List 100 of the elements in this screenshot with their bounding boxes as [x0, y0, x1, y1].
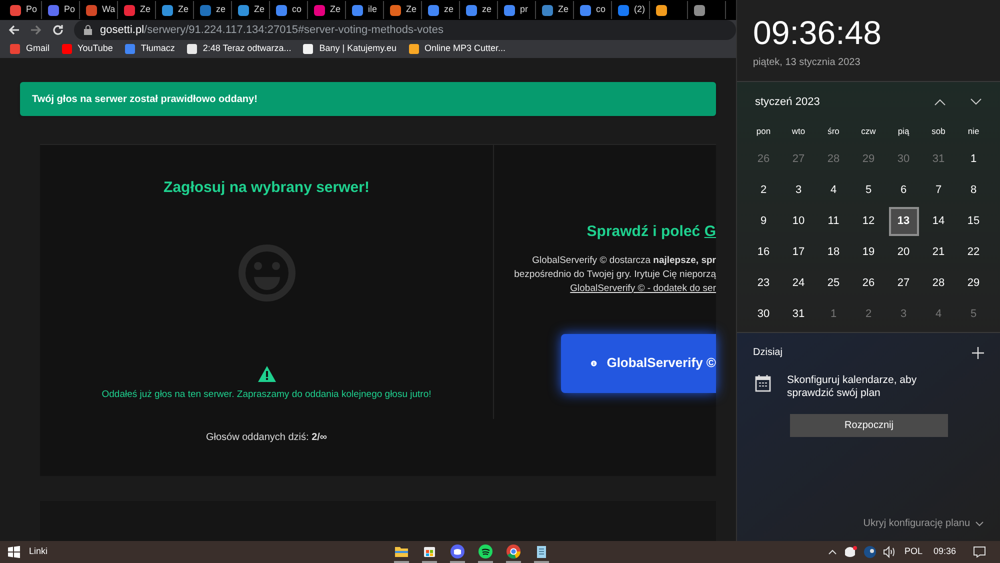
calendar-day[interactable]: 1 [818, 300, 848, 329]
calendar-day[interactable]: 2 [748, 176, 778, 205]
reload-icon[interactable] [52, 24, 64, 36]
discord-tray-icon[interactable] [844, 546, 858, 558]
calendar-day[interactable]: 15 [958, 207, 988, 236]
info-icon [591, 358, 597, 368]
calendar-day[interactable]: 3 [784, 176, 814, 205]
calendar-day[interactable]: 21 [924, 238, 954, 267]
calendar-day[interactable]: 5 [854, 176, 884, 205]
calendar-icon [755, 374, 771, 392]
browser-tab[interactable]: Ze [308, 1, 346, 20]
browser-tab[interactable]: ile [346, 1, 384, 20]
calendar-day[interactable]: 13 [888, 207, 918, 236]
calendar-day[interactable]: 4 [818, 176, 848, 205]
browser-tab[interactable]: Ze [118, 1, 156, 20]
chevron-down-icon[interactable] [970, 98, 982, 106]
browser-tab[interactable]: co [270, 1, 308, 20]
back-icon[interactable] [8, 24, 20, 36]
url-text: gosetti.pl/serwery/91.224.117.134:27015#server-voting-methods-votes [100, 22, 444, 38]
chevron-down-icon[interactable] [975, 520, 984, 526]
success-alert: Twój głos na serwer został prawidłowo oddany! [20, 82, 716, 116]
calendar-day[interactable]: 17 [784, 238, 814, 267]
browser-tab[interactable]: ze [422, 1, 460, 20]
bookmark[interactable]: Online MP3 Cutter... [408, 42, 506, 56]
notifications-icon[interactable] [973, 546, 986, 558]
browser-tab[interactable]: (2) [612, 1, 650, 20]
links-toolbar-label[interactable]: Linki [29, 545, 48, 559]
bookmark[interactable]: 2:48 Teraz odtwarza... [186, 42, 292, 56]
bookmark[interactable]: YouTube [62, 42, 113, 56]
calendar-day[interactable]: 4 [924, 300, 954, 329]
browser-tab[interactable]: Ze [384, 1, 422, 20]
browser-tab[interactable]: Ze [232, 1, 270, 20]
calendar-day[interactable]: 7 [924, 176, 954, 205]
browser-tab[interactable]: Po [42, 1, 80, 20]
calendar-day[interactable]: 11 [818, 207, 848, 236]
chevron-up-icon[interactable] [934, 98, 946, 106]
calendar-day[interactable]: 30 [748, 300, 778, 329]
warning-message: Oddałeś już głos na ten serwer. Zapraszamy do oddania kolejnego głosu jutro! [102, 388, 432, 402]
chevron-up-icon[interactable] [828, 549, 838, 555]
month-title[interactable]: styczeń 2023 [755, 94, 934, 110]
hide-plan-link[interactable]: Ukryj konfigurację planu [863, 516, 970, 531]
calendar-day[interactable]: 22 [958, 238, 988, 267]
steam-icon[interactable] [864, 546, 876, 558]
smiley-icon [238, 244, 296, 302]
votes-count: Głosów oddanych dziś: 2/∞ [206, 430, 328, 445]
calendar-day[interactable]: 14 [924, 207, 954, 236]
discord-icon[interactable] [450, 544, 465, 558]
calendar-day[interactable]: 10 [784, 207, 814, 236]
calendar-day[interactable]: 8 [958, 176, 988, 205]
browser-tab[interactable]: Ze [536, 1, 574, 20]
volume-icon[interactable] [883, 546, 898, 558]
addon-link[interactable]: GlobalServerify © - dodatek do ser [570, 282, 716, 296]
calendar-day[interactable]: 2 [854, 300, 884, 329]
calendar-day[interactable]: 23 [748, 269, 778, 298]
bookmark[interactable]: Bany | Katujemy.eu [303, 42, 397, 56]
taskbar-clock[interactable]: 09:36 [933, 545, 956, 559]
calendar-day[interactable]: 18 [818, 238, 848, 267]
calendar-day[interactable]: 25 [818, 269, 848, 298]
calendar-day[interactable]: 5 [958, 300, 988, 329]
add-icon[interactable] [972, 346, 984, 358]
calendar-day[interactable]: 31 [784, 300, 814, 329]
promo-heading: Sprawdź i poleć G [586, 222, 716, 242]
spotify-icon[interactable] [478, 544, 493, 558]
weekday-label: wto [790, 124, 806, 138]
calendar-day[interactable]: 6 [888, 176, 918, 205]
chrome-icon[interactable] [506, 544, 521, 558]
lock-icon [84, 25, 92, 36]
browser-tab[interactable]: co [574, 1, 612, 20]
calendar-day[interactable]: 9 [748, 207, 778, 236]
clock-date: piątek, 13 stycznia 2023 [753, 56, 862, 70]
calendar-day[interactable]: 1 [958, 145, 988, 174]
windows-icon[interactable] [8, 546, 20, 558]
bookmark[interactable]: Tłumacz [124, 42, 175, 56]
calendar-day[interactable]: 24 [784, 269, 814, 298]
browser-tab[interactable]: ze [194, 1, 232, 20]
browser-tab[interactable]: Ze [156, 1, 194, 20]
calendar-day[interactable]: 3 [888, 300, 918, 329]
calendar-day[interactable]: 28 [924, 269, 954, 298]
start-button[interactable]: Rozpocznij [790, 414, 948, 437]
calendar-day[interactable]: 12 [854, 207, 884, 236]
promo-description: GlobalServerify © dostarcza najlepsze, spr bezpośrednio do Twojej gry. Irytuje Cię nieporzą [514, 254, 716, 282]
calendar-day[interactable]: 26 [854, 269, 884, 298]
clock-time: 09:36:48 [753, 14, 882, 52]
weekday-label: pon [755, 124, 772, 138]
browser-tab[interactable]: Po [4, 1, 42, 20]
calendar-day[interactable]: 19 [854, 238, 884, 267]
globalserverify-button[interactable]: GlobalServerify © [561, 334, 716, 392]
calendar-day[interactable]: 16 [748, 238, 778, 267]
calendar-day[interactable]: 27 [888, 269, 918, 298]
address-bar[interactable]: gosetti.pl/serwery/91.224.117.134:27015#server-voting-methods-votes [74, 20, 736, 40]
vote-heading: Zagłosuj na wybrany serwer! [164, 178, 370, 198]
browser-tab[interactable]: Wa [80, 1, 118, 20]
browser-tab[interactable]: pr [498, 1, 536, 20]
browser-tab[interactable]: ze [460, 1, 498, 20]
calendar-day[interactable]: 29 [958, 269, 988, 298]
weekday-label: sob [930, 124, 946, 138]
calendar-day[interactable]: 20 [888, 238, 918, 267]
forward-icon[interactable] [30, 24, 42, 36]
language-indicator[interactable]: POL [904, 545, 922, 559]
bookmark[interactable]: Gmail [10, 42, 50, 56]
